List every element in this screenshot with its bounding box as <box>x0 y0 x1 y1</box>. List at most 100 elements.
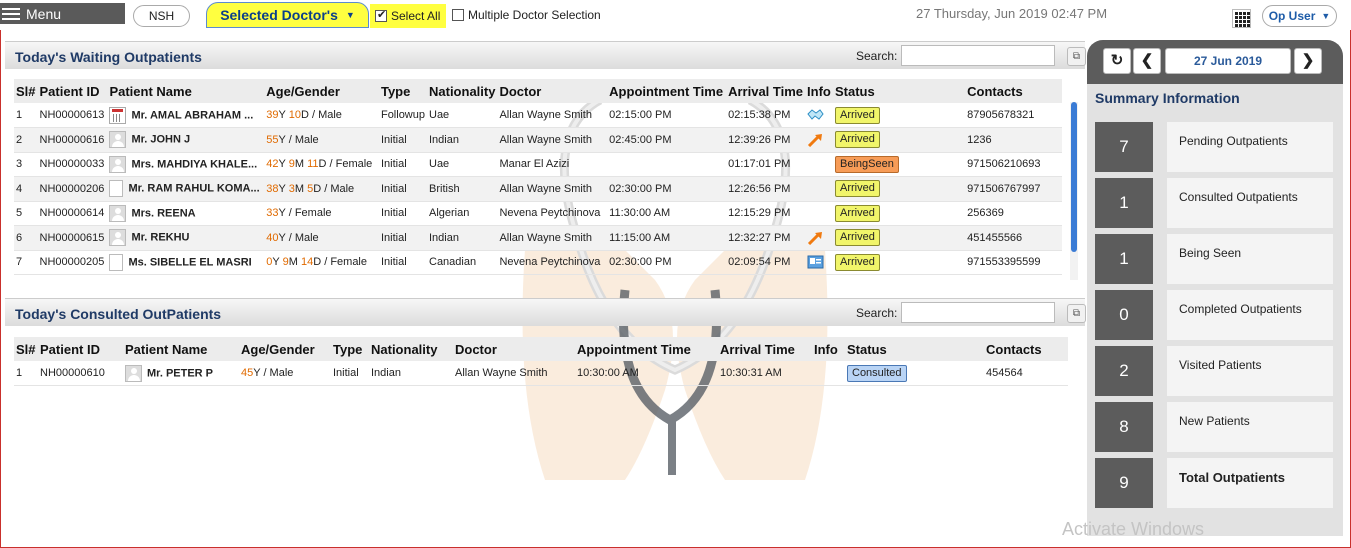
summary-item-completed[interactable]: 0 Completed Outpatients <box>1095 290 1335 340</box>
next-date-icon[interactable]: ❯ <box>1294 48 1322 74</box>
select-all-checkbox[interactable] <box>375 8 387 22</box>
age-gender-cell: 39Y 10D / Male <box>264 103 379 128</box>
col-header-age-gender[interactable]: Age/Gender <box>264 79 379 103</box>
col-header-patient-id[interactable]: Patient ID <box>37 79 108 103</box>
arrival-time-cell: 10:30:31 AM <box>718 361 812 386</box>
summary-item-consulted[interactable]: 1 Consulted Outpatients <box>1095 178 1335 228</box>
col-header-contacts[interactable]: Contacts <box>965 79 1062 103</box>
avatar-icon <box>125 364 142 382</box>
col-header-nationality[interactable]: Nationality <box>427 79 498 103</box>
handshake-icon[interactable] <box>807 108 824 122</box>
multiple-doctor-checkbox[interactable] <box>452 9 464 21</box>
age-days: 14 <box>300 256 314 269</box>
id-card-icon[interactable] <box>807 255 824 269</box>
col-header-status[interactable]: Status <box>845 337 984 361</box>
col-header-sl[interactable]: Sl# <box>14 79 38 103</box>
export-icon[interactable]: ⧉ <box>1067 304 1086 323</box>
age-gender-cell: 40Y / Male <box>264 225 379 251</box>
user-menu[interactable]: Op User ▼ <box>1262 5 1337 27</box>
summary-count: 9 <box>1095 458 1153 508</box>
col-header-contacts[interactable]: Contacts <box>984 337 1068 361</box>
status-badge: Consulted <box>847 364 907 382</box>
table-row[interactable]: 7 NH00000205 Ms. SIBELLE EL MASRI 0Y 9M … <box>14 250 1062 275</box>
col-header-arrival-time[interactable]: Arrival Time <box>726 79 806 103</box>
date-navigation-bar: ↻ ❮ 27 Jun 2019 ❯ <box>1087 40 1343 84</box>
multiple-doctor-toggle[interactable]: Multiple Doctor Selection <box>452 8 601 22</box>
waiting-scrollbar-thumb[interactable] <box>1071 102 1077 252</box>
patient-name: Mr. PETER P <box>147 366 214 379</box>
age-gender-rest: Y / Male <box>278 133 319 146</box>
apps-grid-icon[interactable] <box>1232 9 1251 28</box>
patient-name: Mr. RAM RAHUL KOMA... <box>128 182 260 195</box>
col-header-appointment-time[interactable]: Appointment Time <box>575 337 718 361</box>
arrow-icon[interactable] <box>807 231 824 245</box>
patient-id-cell: NH00000614 <box>37 201 108 226</box>
col-header-appointment-time[interactable]: Appointment Time <box>607 79 727 103</box>
col-header-sl[interactable]: Sl# <box>14 337 38 361</box>
col-header-doctor[interactable]: Doctor <box>497 79 608 103</box>
col-header-type[interactable]: Type <box>378 79 427 103</box>
contacts-cell: 451455566 <box>965 225 1062 251</box>
arrow-icon[interactable] <box>807 133 824 147</box>
broken-image-icon <box>109 180 124 198</box>
table-row[interactable]: 1 NH00000610 Mr. PETER P 45Y / Male Init… <box>14 361 1068 386</box>
col-header-info[interactable]: Info <box>812 337 845 361</box>
select-all-toggle[interactable]: Select All <box>370 4 446 28</box>
appointment-time-cell: 10:30:00 AM <box>575 361 718 386</box>
patient-name-cell: Mr. AMAL ABRAHAM ... <box>107 103 265 128</box>
table-row[interactable]: 4 NH00000206 Mr. RAM RAHUL KOMA... 38Y 3… <box>14 176 1062 202</box>
age-unit: Y <box>278 182 289 195</box>
status-badge: Arrived <box>835 106 880 124</box>
age-gender-cell: 33Y / Female <box>264 201 379 226</box>
summary-item-total[interactable]: 9 Total Outpatients <box>1095 458 1335 508</box>
col-header-doctor[interactable]: Doctor <box>453 337 575 361</box>
age-unit: Y <box>278 158 289 171</box>
waiting-panel-title: Today's Waiting Outpatients <box>15 49 202 65</box>
status-cell: BeingSeen <box>833 152 966 177</box>
waiting-search-input[interactable] <box>901 45 1055 66</box>
multiple-doctor-label: Multiple Doctor Selection <box>468 8 601 22</box>
menu-button[interactable]: Menu <box>0 3 125 24</box>
summary-item-being-seen[interactable]: 1 Being Seen <box>1095 234 1335 284</box>
col-header-nationality[interactable]: Nationality <box>369 337 453 361</box>
summary-item-pending[interactable]: 7 Pending Outpatients <box>1095 122 1335 172</box>
summary-count: 8 <box>1095 402 1153 452</box>
summary-label: New Patients <box>1167 402 1333 452</box>
summary-item-new[interactable]: 8 New Patients <box>1095 402 1335 452</box>
export-icon[interactable]: ⧉ <box>1067 47 1086 66</box>
col-header-info[interactable]: Info <box>805 79 833 103</box>
hospital-selector[interactable]: NSH <box>133 5 190 27</box>
table-row[interactable]: 1 NH00000613 Mr. AMAL ABRAHAM ... 39Y 10… <box>14 103 1062 128</box>
type-cell: Initial <box>378 152 427 177</box>
previous-date-icon[interactable]: ❮ <box>1133 48 1161 74</box>
type-cell: Initial <box>378 127 427 153</box>
table-row[interactable]: 3 NH00000033 Mrs. MAHDIYA KHALE... 42Y 9… <box>14 152 1062 177</box>
col-header-patient-name[interactable]: Patient Name <box>107 79 265 103</box>
consulted-search-input[interactable] <box>901 302 1055 323</box>
table-row[interactable]: 5 NH00000614 Mrs. REENA 33Y / Female Ini… <box>14 201 1062 226</box>
patient-name-cell: Mr. REKHU <box>107 225 265 251</box>
col-header-type[interactable]: Type <box>331 337 369 361</box>
summary-item-visited[interactable]: 2 Visited Patients <box>1095 346 1335 396</box>
type-cell: Initial <box>331 361 369 386</box>
age-years: 39 <box>266 109 279 121</box>
col-header-age-gender[interactable]: Age/Gender <box>239 337 331 361</box>
refresh-icon[interactable]: ↻ <box>1103 48 1131 74</box>
status-badge: Arrived <box>835 253 880 271</box>
date-picker[interactable]: 27 Jun 2019 <box>1165 48 1291 74</box>
col-header-patient-id[interactable]: Patient ID <box>38 337 123 361</box>
patient-id-cell: NH00000613 <box>37 103 108 128</box>
patient-id-cell: NH00000616 <box>37 127 108 153</box>
col-header-arrival-time[interactable]: Arrival Time <box>718 337 812 361</box>
table-row[interactable]: 2 NH00000616 Mr. JOHN J 55Y / Male Initi… <box>14 127 1062 153</box>
age-unit-m: M <box>294 158 308 171</box>
doctor-selector-dropdown[interactable]: Selected Doctor's ▼ <box>206 2 369 28</box>
patient-name: Mrs. REENA <box>131 207 196 220</box>
col-header-status[interactable]: Status <box>833 79 966 103</box>
appointment-time-cell: 11:30:00 AM <box>607 201 727 226</box>
table-row[interactable]: 6 NH00000615 Mr. REKHU 40Y / Male Initia… <box>14 225 1062 251</box>
info-cell <box>805 225 833 251</box>
col-header-patient-name[interactable]: Patient Name <box>123 337 239 361</box>
info-cell <box>812 361 845 386</box>
nationality-cell: Algerian <box>427 201 498 226</box>
